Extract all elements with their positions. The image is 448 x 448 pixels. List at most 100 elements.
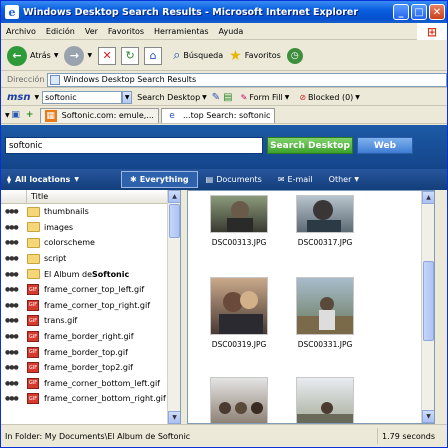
column-header[interactable]: Title: [1, 190, 180, 204]
title-column-header[interactable]: Title: [27, 192, 48, 201]
forward-arrow-icon: →: [64, 45, 85, 66]
favorites-button[interactable]: ★ Favoritos: [229, 48, 281, 64]
history-icon[interactable]: ◷: [286, 47, 303, 64]
back-dropdown-icon[interactable]: ▼: [54, 52, 59, 59]
menu-favoritos[interactable]: Favoritos: [103, 27, 149, 36]
scroll-up-icon[interactable]: ▲: [422, 191, 434, 204]
photo-image: [227, 201, 253, 232]
filter-everything[interactable]: ✱ Everything: [121, 171, 198, 188]
msn-dropdown-icon[interactable]: ▼: [35, 94, 40, 101]
list-item[interactable]: ●●● thumbnails: [1, 204, 180, 220]
forward-dropdown-icon[interactable]: ▼: [87, 52, 92, 59]
list-item-label: trans.gif: [44, 316, 78, 326]
tab-list-icon[interactable]: ▣: [10, 109, 22, 121]
chevron-down-icon: ▼: [284, 93, 290, 101]
photo-item[interactable]: DSC00331.JPG: [290, 277, 360, 349]
photo-item[interactable]: [204, 377, 274, 423]
tab-softonic-label: Softonic.com: emule,...: [61, 111, 154, 120]
asterisk-icon: ✱: [130, 175, 137, 184]
preview-scrollbar[interactable]: ▲ ▼: [421, 191, 434, 423]
menu-archivo[interactable]: Archivo: [1, 27, 41, 36]
windows-flag-icon: ⊞: [417, 23, 447, 40]
msn-search-input[interactable]: softonic: [42, 90, 123, 104]
minimize-button[interactable]: _: [393, 4, 409, 20]
scroll-thumb[interactable]: [423, 261, 434, 341]
list-item[interactable]: ●●● GIF frame_corner_bottom_left.gif: [1, 376, 180, 392]
address-label: Dirección: [7, 75, 45, 84]
search-desktop-label: Search Desktop: [137, 92, 201, 102]
close-button[interactable]: ✕: [429, 4, 445, 20]
list-item[interactable]: ●●● GIF trans.gif: [1, 313, 180, 329]
menu-ver[interactable]: Ver: [80, 27, 103, 36]
scroll-down-icon[interactable]: ▼: [168, 411, 180, 424]
list-item[interactable]: ●●● GIF frame_corner_top_right.gif: [1, 298, 180, 314]
msn-input-dropdown-icon[interactable]: ▼: [122, 90, 133, 104]
menu-herramientas[interactable]: Herramientas: [149, 27, 214, 36]
list-item[interactable]: ●●● images: [1, 220, 180, 236]
chevron-down-icon: ▼: [355, 93, 360, 101]
compose-icon[interactable]: ▤: [223, 92, 232, 103]
browser-window: e Windows Desktop Search Results - Micro…: [0, 0, 448, 448]
list-item[interactable]: ●●● GIF frame_border_top.gif: [1, 344, 180, 360]
photo-item[interactable]: [290, 377, 360, 423]
form-fill-button[interactable]: ✎ Form Fill ▼: [236, 93, 295, 102]
new-tab-icon[interactable]: +: [24, 109, 36, 121]
search-desktop-button[interactable]: Search Desktop: [267, 137, 353, 154]
forward-button[interactable]: → ▼: [64, 45, 92, 66]
photo-image: [297, 297, 353, 334]
other-label: Other: [328, 175, 352, 184]
search-desktop-menu[interactable]: Search Desktop ▼: [132, 93, 212, 102]
home-icon[interactable]: ⌂: [144, 46, 163, 65]
web-search-button[interactable]: Web: [357, 137, 413, 154]
photo-thumbnail[interactable]: [296, 195, 354, 233]
photo-thumbnail[interactable]: [210, 377, 268, 423]
photo-item[interactable]: DSC00317.JPG: [290, 195, 360, 247]
photo-image: [219, 291, 263, 334]
search-button[interactable]: ⌕ Búsqueda: [173, 48, 223, 63]
menu-ayuda[interactable]: Ayuda: [214, 27, 249, 36]
list-item[interactable]: ●●● GIF frame_border_right.gif: [1, 329, 180, 345]
magnifier-icon: ⌕: [173, 48, 181, 63]
photo-thumbnail[interactable]: [296, 377, 354, 423]
photo-filename: DSC00313.JPG: [211, 238, 267, 247]
photo-thumbnail[interactable]: [210, 195, 268, 233]
back-button[interactable]: ← Atrás ▼: [7, 45, 59, 66]
msn-logo: msn: [7, 91, 31, 103]
list-item[interactable]: ●●● El Album de Softonic: [1, 266, 180, 282]
list-item-label: El Album de: [44, 269, 92, 279]
list-item[interactable]: ●●● colorscheme: [1, 235, 180, 251]
photo-thumbnail[interactable]: [210, 277, 268, 335]
filter-other[interactable]: Other ▼: [321, 171, 367, 188]
all-locations-dropdown[interactable]: ⧫ All locations ▼: [1, 175, 121, 184]
title-bar[interactable]: e Windows Desktop Search Results - Micro…: [1, 1, 447, 23]
filter-email[interactable]: ✉ E-mail: [270, 171, 321, 188]
photo-item[interactable]: DSC00319.JPG: [204, 277, 274, 349]
scroll-down-icon[interactable]: ▼: [422, 410, 434, 423]
rating-column-header[interactable]: [1, 190, 27, 204]
list-item[interactable]: ●●● GIF frame_corner_bottom_right.gif: [1, 391, 180, 407]
tab-desktop-search[interactable]: e ...top Search: softonic: [160, 107, 276, 123]
highlight-icon[interactable]: ✎: [212, 92, 220, 103]
form-fill-label: Form Fill: [249, 92, 283, 102]
list-item[interactable]: ●●● GIF frame_corner_top_left.gif: [1, 282, 180, 298]
photo-item[interactable]: DSC00313.JPG: [204, 195, 274, 247]
rating-dots-icon: ●●●: [5, 208, 19, 216]
menu-edicion[interactable]: Edición: [41, 27, 80, 36]
tab-softonic[interactable]: ▦ Softonic.com: emule,...: [39, 107, 159, 123]
scroll-up-icon[interactable]: ▲: [168, 190, 180, 203]
refresh-icon[interactable]: ↻: [121, 46, 140, 65]
maximize-button[interactable]: □: [411, 4, 427, 20]
stop-icon[interactable]: ✕: [98, 46, 117, 65]
photo-thumbnail[interactable]: [296, 277, 354, 335]
results-scrollbar[interactable]: ▲ ▼: [167, 190, 180, 424]
scroll-thumb[interactable]: [169, 204, 180, 238]
results-list: Title ●●● thumbnails ●●● images ●●● colorsche…: [1, 190, 181, 424]
desktop-search-input[interactable]: softonic: [5, 137, 263, 154]
standard-toolbar: ← Atrás ▼ → ▼ ✕ ↻ ⌂ ⌕ Búsqueda ★ Favorit…: [1, 41, 447, 71]
gif-file-icon: GIF: [27, 284, 39, 296]
list-item[interactable]: ●●● script: [1, 251, 180, 267]
list-item[interactable]: ●●● GIF frame_border_top2.gif: [1, 360, 180, 376]
address-input[interactable]: Windows Desktop Search Results: [47, 72, 447, 87]
filter-documents[interactable]: ▤ Documents: [198, 171, 270, 188]
popup-blocker-button[interactable]: ⊘ Blocked (0) ▼: [294, 93, 365, 102]
